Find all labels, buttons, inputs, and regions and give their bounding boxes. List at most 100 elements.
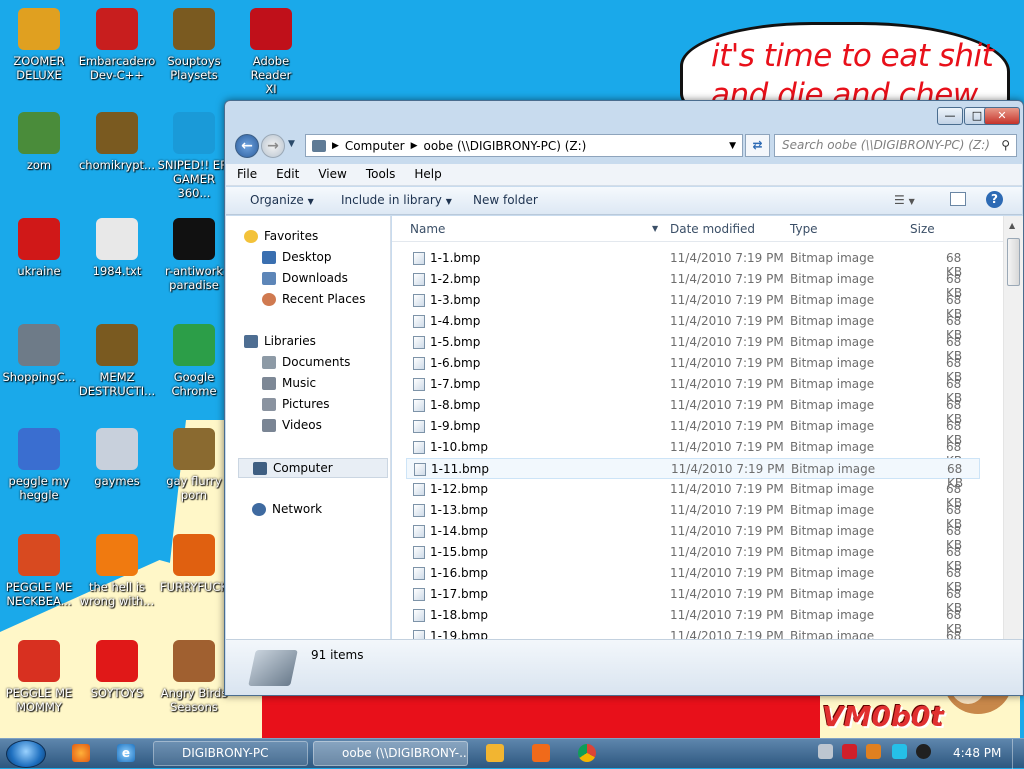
help-icon[interactable]: ?	[986, 191, 1003, 208]
desktop-icon[interactable]: PEGGLE ME MOMMY	[0, 640, 78, 714]
nav-pictures[interactable]: Pictures	[262, 397, 330, 411]
tray-icon-2[interactable]	[842, 744, 857, 759]
col-type[interactable]: Type	[790, 222, 818, 236]
table-row[interactable]: 1-11.bmp 11/4/2010 7:19 PM Bitmap image 68 …	[406, 458, 980, 490]
col-date[interactable]: Date modified	[670, 222, 755, 236]
desktop-icon[interactable]: MEMZ DESTRUCTI...	[78, 324, 156, 398]
back-button[interactable]: ←	[235, 134, 259, 158]
table-row[interactable]: 1-7.bmp 11/4/2010 7:19 PM Bitmap image 68 K…	[406, 374, 980, 405]
chrome-icon[interactable]	[578, 744, 596, 762]
table-row[interactable]: 1-6.bmp 11/4/2010 7:19 PM Bitmap image 68 K…	[406, 353, 980, 384]
breadcrumb-oobe[interactable]: oobe (\\DIGIBRONY-PC) (Z:)	[424, 139, 587, 153]
col-name-dropdown-icon[interactable]: ▼	[652, 224, 658, 233]
desktop-icon[interactable]: ShoppingC...	[0, 324, 78, 384]
cell-name: 1-18.bmp	[430, 608, 488, 622]
table-row[interactable]: 1-14.bmp 11/4/2010 7:19 PM Bitmap image 68 …	[406, 521, 980, 552]
desktop-icon[interactable]: ukraine	[0, 218, 78, 278]
address-bar[interactable]: ▶ Computer ▶ oobe (\\DIGIBRONY-PC) (Z:) …	[305, 134, 743, 157]
preview-pane-icon[interactable]	[950, 192, 966, 206]
close-button[interactable]: ✕	[984, 107, 1020, 125]
table-row[interactable]: 1-12.bmp 11/4/2010 7:19 PM Bitmap image 68 …	[406, 479, 980, 510]
menu-view[interactable]: View	[307, 164, 354, 181]
vertical-scrollbar[interactable]: ▲	[1003, 216, 1023, 639]
scroll-thumb[interactable]	[1007, 238, 1020, 286]
desktop-icon[interactable]: gaymes	[78, 428, 156, 488]
desktop-icon[interactable]: PEGGLE ME NECKBEA...	[0, 534, 78, 608]
view-options-icon[interactable]: ☰ ▼	[894, 193, 915, 207]
menu-help[interactable]: Help	[403, 164, 449, 181]
search-icon[interactable]: ⚲	[1001, 135, 1010, 156]
col-name[interactable]: Name	[410, 222, 445, 236]
refresh-button[interactable]: ⇄	[745, 134, 770, 157]
nav-libraries[interactable]: Libraries	[244, 334, 316, 348]
start-button[interactable]	[6, 740, 46, 768]
table-row[interactable]: 1-4.bmp 11/4/2010 7:19 PM Bitmap image 68 K…	[406, 311, 980, 342]
nav-desktop[interactable]: Desktop	[262, 250, 332, 264]
tray-icon-4[interactable]	[892, 744, 907, 759]
table-row[interactable]: 1-8.bmp 11/4/2010 7:19 PM Bitmap image 68 K…	[406, 395, 980, 426]
nav-network[interactable]: Network	[252, 502, 322, 516]
desktop-icon[interactable]: 1984.txt	[78, 218, 156, 278]
desktop-icon[interactable]: SOYTOYS	[78, 640, 156, 700]
table-row[interactable]: 1-9.bmp 11/4/2010 7:19 PM Bitmap image 68 K…	[406, 416, 980, 447]
menu-edit[interactable]: Edit	[265, 164, 307, 181]
scroll-up-icon[interactable]: ▲	[1009, 221, 1015, 230]
history-dropdown-icon[interactable]: ▼	[288, 139, 295, 149]
forward-button[interactable]: →	[261, 134, 285, 158]
tray-icon-3[interactable]	[866, 744, 881, 759]
taskbar-item-oobe[interactable]: oobe (\\DIGIBRONY-...	[313, 741, 468, 766]
desktop-icon[interactable]: Souptoys Playsets	[155, 8, 233, 82]
desktop-icon[interactable]: SNIPED!! EPI GAMER 360...	[155, 112, 233, 200]
breadcrumb-computer[interactable]: Computer	[345, 139, 405, 153]
desktop-icon[interactable]: peggle my heggle	[0, 428, 78, 502]
internet-explorer-icon[interactable]: e	[117, 744, 135, 762]
col-size[interactable]: Size	[910, 222, 935, 236]
taskbar-item-digibrony[interactable]: DIGIBRONY-PC	[153, 741, 308, 766]
search-input[interactable]: Search oobe (\\DIGIBRONY-PC) (Z:) ⚲	[774, 134, 1017, 157]
media-player-icon[interactable]	[486, 744, 504, 762]
table-row[interactable]: 1-16.bmp 11/4/2010 7:19 PM Bitmap image 68 …	[406, 563, 980, 594]
desktop-icon[interactable]: Adobe Reader XI	[232, 8, 310, 96]
desktop-icon[interactable]: Angry Birds Seasons	[155, 640, 233, 714]
menu-file[interactable]: File	[226, 164, 265, 181]
nav-videos[interactable]: Videos	[262, 418, 322, 432]
table-row[interactable]: 1-2.bmp 11/4/2010 7:19 PM Bitmap image 68 K…	[406, 269, 980, 300]
firefox-icon[interactable]	[72, 744, 90, 762]
table-row[interactable]: 1-5.bmp 11/4/2010 7:19 PM Bitmap image 68 K…	[406, 332, 980, 363]
table-row[interactable]: 1-1.bmp 11/4/2010 7:19 PM Bitmap image 68 K…	[406, 248, 980, 279]
desktop-icon[interactable]: Embarcadero Dev-C++	[78, 8, 156, 82]
nav-music[interactable]: Music	[262, 376, 316, 390]
desktop-icon[interactable]: chomikrypt...	[78, 112, 156, 172]
desktop-icon[interactable]: gay flurry porn	[155, 428, 233, 502]
organize-button[interactable]: Organize ▼	[250, 193, 314, 207]
table-row[interactable]: 1-18.bmp 11/4/2010 7:19 PM Bitmap image 68 …	[406, 605, 980, 636]
nav-favorites[interactable]: Favorites	[244, 229, 318, 243]
tray-icon-5[interactable]	[916, 744, 931, 759]
nav-computer[interactable]: Computer	[238, 458, 388, 478]
tray-icon-1[interactable]	[818, 744, 833, 759]
desktop-icon[interactable]: Google Chrome	[155, 324, 233, 398]
table-row[interactable]: 1-13.bmp 11/4/2010 7:19 PM Bitmap image 68 …	[406, 500, 980, 531]
menu-tools[interactable]: Tools	[355, 164, 404, 181]
new-folder-button[interactable]: New folder	[473, 193, 538, 207]
nav-recent[interactable]: Recent Places	[262, 292, 365, 306]
minimize-button[interactable]: —	[937, 107, 963, 125]
title-bar[interactable]: — □ ✕	[225, 101, 1023, 129]
nav-documents[interactable]: Documents	[262, 355, 350, 369]
desktop-icon[interactable]: FURRYFUCK	[155, 534, 233, 594]
nav-downloads[interactable]: Downloads	[262, 271, 348, 285]
table-row[interactable]: 1-17.bmp 11/4/2010 7:19 PM Bitmap image 68 …	[406, 584, 980, 615]
desktop-icon[interactable]: zom	[0, 112, 78, 172]
desktop-icon[interactable]: r-antiwork paradise	[155, 218, 233, 292]
table-row[interactable]: 1-19.bmp 11/4/2010 7:19 PM Bitmap image 68 …	[406, 626, 980, 639]
desktop-icon[interactable]: ZOOMER DELUXE	[0, 8, 78, 82]
table-row[interactable]: 1-10.bmp 11/4/2010 7:19 PM Bitmap image 68 …	[406, 437, 980, 468]
desktop-icon[interactable]: the hell is wrong with...	[78, 534, 156, 608]
include-library-button[interactable]: Include in library ▼	[341, 193, 452, 207]
explorer-window[interactable]: — □ ✕ ← → ▼ ▶ Computer ▶ oobe (\\DIGIBRO…	[224, 100, 1024, 696]
address-dropdown-icon[interactable]: ▼	[729, 141, 736, 151]
app-icon[interactable]	[532, 744, 550, 762]
table-row[interactable]: 1-3.bmp 11/4/2010 7:19 PM Bitmap image 68 K…	[406, 290, 980, 321]
table-row[interactable]: 1-15.bmp 11/4/2010 7:19 PM Bitmap image 68 …	[406, 542, 980, 573]
show-desktop-button[interactable]	[1012, 739, 1024, 769]
